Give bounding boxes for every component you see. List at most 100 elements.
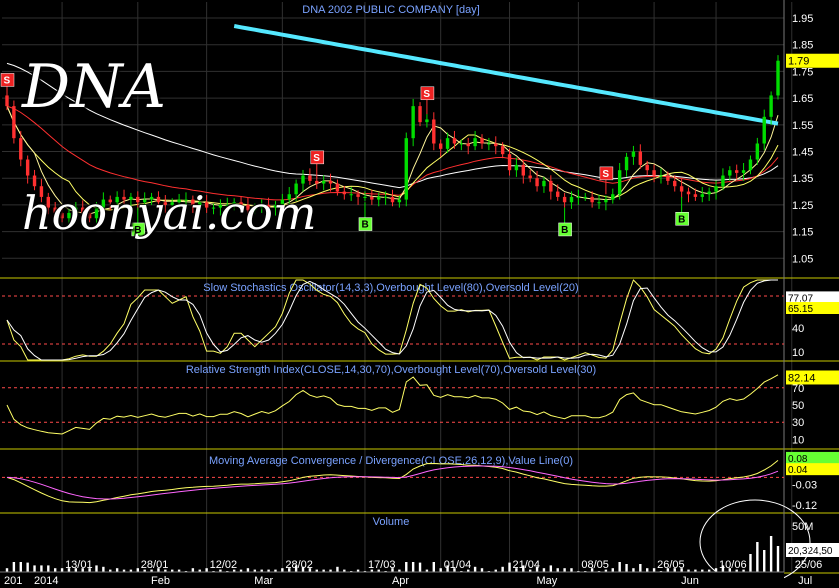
- volume-bar: [281, 568, 284, 572]
- candle-body: [466, 143, 470, 147]
- volume-bar: [611, 568, 614, 572]
- candle-body: [528, 175, 532, 179]
- month-label: Mar: [254, 575, 273, 587]
- candle-body: [590, 196, 594, 203]
- price-tick-label: 1.15: [792, 227, 813, 239]
- candle-body: [562, 196, 567, 203]
- volume-bar: [19, 562, 22, 572]
- candle-body: [645, 164, 649, 171]
- candle-body: [666, 175, 670, 181]
- candle-body: [700, 194, 704, 197]
- volume-bar: [405, 562, 408, 572]
- volume-bar: [102, 566, 105, 572]
- candle-body: [673, 180, 677, 187]
- x-tick-label: 08/05: [581, 559, 609, 571]
- month-label: May: [537, 575, 558, 587]
- price-tick-label: 1.75: [792, 66, 813, 78]
- price-tick-label: 1.65: [792, 93, 813, 105]
- sell-signal-text: S: [423, 89, 430, 100]
- candle-body: [370, 196, 374, 200]
- candle-body: [748, 159, 753, 171]
- rsi-value: 82.14: [788, 372, 816, 384]
- x-tick-label: 28/01: [141, 559, 169, 571]
- volume-bar: [12, 562, 16, 572]
- volume-bar: [508, 562, 511, 572]
- candle-body: [404, 138, 408, 200]
- candle-body: [438, 143, 443, 149]
- sell-signal-text: S: [602, 169, 609, 180]
- candle-body: [652, 170, 656, 176]
- candle-body: [762, 116, 766, 144]
- volume-bar: [570, 568, 573, 572]
- candle-body: [721, 175, 725, 187]
- sell-signal-text: S: [4, 75, 11, 86]
- candle-body: [301, 175, 305, 184]
- volume-bar: [40, 565, 43, 572]
- price-tick-label: 1.95: [792, 13, 813, 25]
- rsi-title: Relative Strength Index(CLOSE,14,30,70),…: [186, 364, 596, 376]
- volume-bar: [5, 568, 9, 572]
- stochastic-tick-label: 10: [792, 347, 804, 359]
- candle-body: [342, 191, 347, 195]
- candle-body: [617, 170, 622, 195]
- candle-body: [707, 191, 711, 195]
- candle-body: [383, 196, 388, 198]
- volume-bar: [95, 565, 98, 572]
- month-label: Feb: [151, 575, 170, 587]
- candle-body: [576, 196, 581, 198]
- candle-body: [12, 106, 16, 139]
- candle-body: [494, 143, 498, 147]
- candle-body: [728, 170, 732, 176]
- rsi-tick-label: 30: [792, 417, 804, 429]
- rsi-tick-label: 50: [792, 400, 804, 412]
- price-tick-label: 1.35: [792, 173, 813, 185]
- volume-bar: [205, 568, 208, 572]
- month-label: Jul: [798, 575, 812, 587]
- candle-body: [659, 175, 663, 177]
- x-tick-label: 10/06: [719, 559, 747, 571]
- candle-body: [425, 119, 429, 123]
- candle-body: [769, 95, 773, 117]
- volume-bar: [776, 546, 780, 572]
- volume-bar: [53, 568, 57, 572]
- volume-bar: [556, 568, 559, 572]
- candle-body: [308, 175, 312, 181]
- candle-body: [741, 170, 746, 173]
- candle-body: [363, 196, 367, 198]
- volume-bar: [115, 568, 119, 572]
- price-tick-label: 1.85: [792, 40, 813, 52]
- volume-bar: [646, 568, 649, 572]
- volume-bar: [625, 564, 628, 572]
- volume-bar: [191, 568, 195, 572]
- candle-body: [604, 199, 608, 203]
- candle-body: [356, 194, 360, 197]
- candle-body: [638, 151, 643, 165]
- volume-bar: [652, 568, 656, 572]
- volume-title: Volume: [373, 516, 410, 528]
- candle-body: [556, 191, 560, 197]
- candle-body: [549, 180, 553, 192]
- price-tick-label: 1.55: [792, 120, 813, 132]
- rsi-tick-label: 10: [792, 434, 804, 446]
- candle-body: [25, 159, 30, 176]
- volume-bar: [439, 568, 442, 572]
- candle-body: [521, 164, 525, 176]
- candle-body: [459, 143, 464, 145]
- price-tick-label: 1.25: [792, 200, 813, 212]
- volume-bar: [501, 566, 504, 572]
- candle-body: [487, 143, 491, 145]
- volume-bar: [26, 562, 29, 572]
- ticker-watermark: DNA: [22, 52, 166, 122]
- volume-value: 20,324,50: [788, 546, 833, 557]
- candle-body: [432, 119, 436, 144]
- candle-body: [473, 138, 477, 147]
- volume-bar: [336, 566, 339, 572]
- volume-bar: [473, 566, 477, 572]
- candle-body: [411, 106, 415, 139]
- candle-body: [693, 194, 698, 197]
- price-chart-title: DNA 2002 PUBLIC COMPANY [day]: [302, 4, 480, 16]
- candle-body: [514, 164, 519, 171]
- candle-body: [328, 180, 333, 184]
- x-tick-label: 26/05: [657, 559, 685, 571]
- candle-body: [507, 154, 512, 171]
